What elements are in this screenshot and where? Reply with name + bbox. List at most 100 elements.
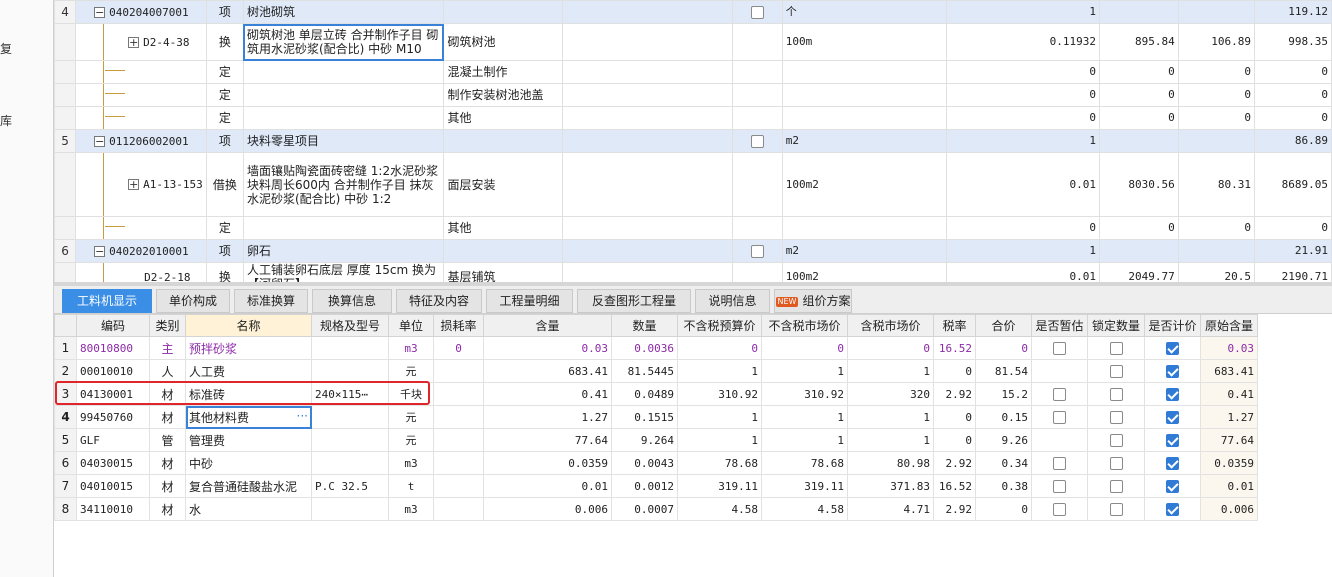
cell-p3[interactable]: 4.71 xyxy=(847,497,934,521)
checkbox-priced[interactable] xyxy=(1166,342,1179,355)
feature-cell[interactable] xyxy=(562,60,733,84)
code-cell[interactable]: + A1-13-153 xyxy=(75,152,207,217)
flag-lock[interactable] xyxy=(1087,428,1145,452)
total-cell[interactable]: 86.89 xyxy=(1253,129,1332,153)
unit-price-cell[interactable] xyxy=(1099,0,1179,24)
checkbox-est[interactable] xyxy=(1053,503,1066,516)
flag-lock[interactable] xyxy=(1087,451,1145,475)
material-name[interactable]: 管理费 xyxy=(185,428,312,452)
flag-est[interactable] xyxy=(1031,497,1088,521)
material-name[interactable]: 其他材料费 ··· xyxy=(185,405,312,429)
labor-cost-cell[interactable]: 80.31 xyxy=(1177,152,1255,217)
code-cell[interactable]: −011206002001 xyxy=(75,129,207,153)
material-category[interactable]: 材 xyxy=(149,405,186,429)
materials-grid[interactable]: 编码 类别 名称 规格及型号 单位 损耗率 含量 数量 不含税预算价 不含税市场价 含税市场价 税率合… xyxy=(54,314,1332,577)
cell-tax[interactable]: 0 xyxy=(933,405,976,429)
quantity-cell[interactable]: 0.01 xyxy=(945,262,1101,282)
code-cell[interactable]: −040204007001 xyxy=(75,0,207,24)
flag-est[interactable] xyxy=(1031,405,1088,429)
unit-price-cell[interactable]: 0 xyxy=(1099,216,1179,240)
name-cell[interactable]: 墙面镶贴陶瓷面砖密缝 1:2水泥砂浆 块料周长600内 合并制作子目 抹灰水泥砂… xyxy=(242,152,445,217)
quantity-cell[interactable]: 0.01 xyxy=(945,152,1101,217)
column-header[interactable]: 名称 xyxy=(185,314,312,337)
quota-row[interactable]: 定其他 0 0 0 0 xyxy=(54,106,1332,130)
material-category[interactable]: 材 xyxy=(149,382,186,406)
cell-p2[interactable]: 1 xyxy=(761,428,848,452)
cell-p1[interactable]: 310.92 xyxy=(677,382,762,406)
code-cell[interactable]: D2-2-18 xyxy=(75,262,207,282)
total-cell[interactable]: 21.91 xyxy=(1253,239,1332,263)
name-cell[interactable]: 树池砌筑 xyxy=(242,0,445,24)
code-cell[interactable] xyxy=(75,60,207,84)
material-unit[interactable]: 千块 xyxy=(388,382,434,406)
feature-cell[interactable] xyxy=(562,83,733,107)
cell-tax[interactable]: 2.92 xyxy=(933,451,976,475)
original-content[interactable]: 0.01 xyxy=(1200,474,1258,498)
checkbox-priced[interactable] xyxy=(1166,457,1179,470)
column-header[interactable]: 数量 xyxy=(611,314,678,337)
name-cell[interactable]: 块料零星项目 xyxy=(242,129,445,153)
unit-cell[interactable] xyxy=(781,60,947,84)
cell-p3[interactable]: 80.98 xyxy=(847,451,934,475)
feature-cell[interactable] xyxy=(562,129,733,153)
check-cell[interactable] xyxy=(731,83,783,107)
material-spec[interactable]: 240×115⋯ xyxy=(311,382,389,406)
loss-rate[interactable] xyxy=(433,428,484,452)
bill-item-row[interactable]: 4−040204007001 项树池砌筑个 1 119.12 xyxy=(54,0,1332,24)
cell-content[interactable]: 0.0359 xyxy=(483,451,612,475)
checkbox-lock[interactable] xyxy=(1109,434,1123,447)
cell-p2[interactable]: 1 xyxy=(761,359,848,383)
work-content-cell[interactable] xyxy=(443,129,564,153)
column-header[interactable]: 是否计价 xyxy=(1144,314,1201,337)
check-cell[interactable] xyxy=(731,60,783,84)
material-row[interactable]: 1 80010800 主预拌砂浆 m3 0 0.03 0.0036 0 0 0 16.52 0 0.03 xyxy=(54,336,1258,360)
quota-row[interactable]: + A1-13-153 借换 墙面镶贴陶瓷面砖密缝 1:2水泥砂浆 块料周长600内 … xyxy=(54,152,1332,217)
material-row[interactable]: 7 04010015 材复合普通硅酸盐水泥 P.C 32.5 t 0.01 0.0012 31… xyxy=(54,474,1258,498)
material-name[interactable]: 中砂 xyxy=(185,451,312,475)
bill-item-row[interactable]: 5−011206002001 项块料零星项目 m2 1 86.89 xyxy=(54,129,1332,153)
collapse-icon[interactable]: − xyxy=(94,6,106,18)
checkbox-lock[interactable] xyxy=(1109,457,1123,470)
feature-cell[interactable] xyxy=(562,262,733,282)
cell-tax[interactable]: 0 xyxy=(933,359,976,383)
material-spec[interactable] xyxy=(311,336,389,360)
cell-p1[interactable]: 319.11 xyxy=(677,474,762,498)
cell-sum[interactable]: 15.2 xyxy=(975,382,1032,406)
work-content-cell[interactable]: 制作安装树池池盖 xyxy=(443,83,564,107)
column-header[interactable]: 损耗率 xyxy=(433,314,484,337)
unit-cell[interactable]: 100m2 xyxy=(781,262,947,282)
checkbox-lock[interactable] xyxy=(1109,365,1123,378)
checkbox-lock[interactable] xyxy=(1109,388,1123,401)
unit-cell[interactable] xyxy=(781,216,947,240)
name-cell[interactable]: 卵石 xyxy=(242,239,445,263)
original-content[interactable]: 0.03 xyxy=(1200,336,1258,360)
feature-cell[interactable] xyxy=(562,23,733,61)
tab-5[interactable]: 特征及内容 xyxy=(396,289,482,313)
bill-items-grid[interactable]: 4−040204007001 项树池砌筑个 1 119.12 + D2-4-38 换砌筑树池… xyxy=(54,0,1332,282)
cell-p2[interactable]: 4.58 xyxy=(761,497,848,521)
material-category[interactable]: 主 xyxy=(149,336,186,360)
cell-p3[interactable]: 1 xyxy=(847,405,934,429)
flag-priced[interactable] xyxy=(1144,474,1201,498)
check-cell[interactable] xyxy=(731,0,783,24)
feature-cell[interactable] xyxy=(562,106,733,130)
material-spec[interactable] xyxy=(311,451,389,475)
cell-qty[interactable]: 0.0036 xyxy=(611,336,678,360)
cell-qty[interactable]: 0.0489 xyxy=(611,382,678,406)
unit-cell[interactable]: m2 xyxy=(781,239,947,263)
cell-p3[interactable]: 0 xyxy=(847,336,934,360)
type-cell[interactable]: 项 xyxy=(205,129,244,153)
material-category[interactable]: 材 xyxy=(149,497,186,521)
code-cell[interactable] xyxy=(75,83,207,107)
flag-priced[interactable] xyxy=(1144,451,1201,475)
labor-cost-cell[interactable]: 0 xyxy=(1177,106,1255,130)
feature-cell[interactable] xyxy=(562,216,733,240)
work-content-cell[interactable]: 砌筑树池 xyxy=(443,23,564,61)
cell-p3[interactable]: 320 xyxy=(847,382,934,406)
cell-p1[interactable]: 1 xyxy=(677,359,762,383)
column-header[interactable]: 类别 xyxy=(149,314,186,337)
cell-content[interactable]: 0.006 xyxy=(483,497,612,521)
cell-p1[interactable]: 0 xyxy=(677,336,762,360)
material-code[interactable]: 34110010 xyxy=(76,497,150,521)
cell-content[interactable]: 683.41 xyxy=(483,359,612,383)
